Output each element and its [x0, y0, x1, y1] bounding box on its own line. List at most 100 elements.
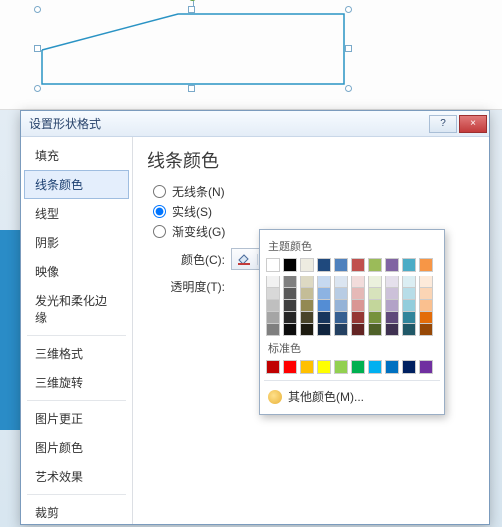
- color-swatch[interactable]: [368, 360, 382, 374]
- close-button[interactable]: ×: [459, 115, 487, 133]
- help-button[interactable]: ?: [429, 115, 457, 133]
- color-swatch[interactable]: [334, 276, 348, 288]
- color-swatch[interactable]: [317, 300, 331, 312]
- color-swatch[interactable]: [266, 300, 280, 312]
- color-swatch[interactable]: [334, 360, 348, 374]
- color-swatch[interactable]: [283, 288, 297, 300]
- option-no-line[interactable]: 无线条(N): [153, 183, 475, 200]
- resize-handle[interactable]: [345, 85, 352, 92]
- resize-handle[interactable]: [34, 85, 41, 92]
- color-swatch[interactable]: [419, 324, 433, 336]
- sidebar-item-reflection[interactable]: 映像: [24, 257, 129, 286]
- more-colors-item[interactable]: 其他颜色(M)...: [266, 385, 438, 408]
- sidebar-item-shadow[interactable]: 阴影: [24, 228, 129, 257]
- color-swatch[interactable]: [283, 324, 297, 336]
- color-swatch[interactable]: [317, 312, 331, 324]
- resize-handle[interactable]: [345, 45, 352, 52]
- color-swatch[interactable]: [351, 312, 365, 324]
- sidebar-item-3d-format[interactable]: 三维格式: [24, 339, 129, 368]
- color-swatch[interactable]: [385, 324, 399, 336]
- color-swatch[interactable]: [317, 360, 331, 374]
- color-swatch[interactable]: [419, 300, 433, 312]
- color-swatch[interactable]: [402, 312, 416, 324]
- color-swatch[interactable]: [351, 288, 365, 300]
- color-swatch[interactable]: [419, 276, 433, 288]
- color-swatch[interactable]: [300, 300, 314, 312]
- color-swatch[interactable]: [385, 258, 399, 272]
- color-swatch[interactable]: [266, 324, 280, 336]
- sidebar-item-picture-corrections[interactable]: 图片更正: [24, 404, 129, 433]
- color-swatch[interactable]: [266, 276, 280, 288]
- selected-shape[interactable]: [38, 10, 348, 88]
- color-swatch[interactable]: [368, 300, 382, 312]
- sidebar-item-fill[interactable]: 填充: [24, 141, 129, 170]
- color-swatch[interactable]: [368, 276, 382, 288]
- color-swatch[interactable]: [402, 300, 416, 312]
- radio-gradient-line[interactable]: [153, 225, 166, 238]
- color-swatch[interactable]: [351, 258, 365, 272]
- color-swatch[interactable]: [385, 360, 399, 374]
- color-swatch[interactable]: [368, 324, 382, 336]
- resize-handle[interactable]: [188, 85, 195, 92]
- color-swatch[interactable]: [266, 258, 280, 272]
- color-swatch[interactable]: [368, 312, 382, 324]
- color-swatch[interactable]: [385, 288, 399, 300]
- color-swatch[interactable]: [300, 258, 314, 272]
- color-swatch[interactable]: [317, 324, 331, 336]
- color-swatch[interactable]: [300, 324, 314, 336]
- color-swatch[interactable]: [266, 288, 280, 300]
- color-swatch[interactable]: [317, 288, 331, 300]
- color-swatch[interactable]: [419, 288, 433, 300]
- color-swatch[interactable]: [300, 312, 314, 324]
- color-swatch[interactable]: [266, 312, 280, 324]
- color-swatch[interactable]: [283, 300, 297, 312]
- color-swatch[interactable]: [419, 258, 433, 272]
- color-swatch[interactable]: [368, 288, 382, 300]
- color-swatch[interactable]: [300, 360, 314, 374]
- color-swatch[interactable]: [334, 258, 348, 272]
- sidebar-item-line-color[interactable]: 线条颜色: [24, 170, 129, 199]
- color-swatch[interactable]: [266, 360, 280, 374]
- resize-handle[interactable]: [34, 45, 41, 52]
- color-swatch[interactable]: [317, 258, 331, 272]
- color-swatch[interactable]: [351, 360, 365, 374]
- color-swatch[interactable]: [283, 276, 297, 288]
- color-swatch[interactable]: [351, 324, 365, 336]
- resize-handle[interactable]: [34, 6, 41, 13]
- color-swatch[interactable]: [300, 288, 314, 300]
- color-swatch[interactable]: [351, 300, 365, 312]
- color-swatch[interactable]: [402, 360, 416, 374]
- color-swatch[interactable]: [334, 312, 348, 324]
- radio-no-line[interactable]: [153, 185, 166, 198]
- color-swatch[interactable]: [334, 300, 348, 312]
- color-swatch[interactable]: [334, 324, 348, 336]
- color-swatch[interactable]: [385, 276, 399, 288]
- color-swatch[interactable]: [402, 324, 416, 336]
- color-swatch[interactable]: [419, 360, 433, 374]
- color-swatch[interactable]: [283, 360, 297, 374]
- sidebar-item-crop[interactable]: 裁剪: [24, 498, 129, 524]
- sidebar-item-glow[interactable]: 发光和柔化边缘: [24, 286, 129, 332]
- color-swatch[interactable]: [385, 300, 399, 312]
- sidebar-item-3d-rotation[interactable]: 三维旋转: [24, 368, 129, 397]
- color-swatch[interactable]: [419, 312, 433, 324]
- color-swatch[interactable]: [368, 258, 382, 272]
- color-swatch[interactable]: [283, 312, 297, 324]
- resize-handle[interactable]: [188, 6, 195, 13]
- color-swatch[interactable]: [300, 276, 314, 288]
- resize-handle[interactable]: [345, 6, 352, 13]
- color-swatch[interactable]: [351, 276, 365, 288]
- color-swatch[interactable]: [385, 312, 399, 324]
- color-swatch[interactable]: [283, 258, 297, 272]
- sidebar-item-picture-color[interactable]: 图片颜色: [24, 433, 129, 462]
- dialog-titlebar[interactable]: 设置形状格式 ? ×: [21, 111, 489, 137]
- sidebar-item-artistic[interactable]: 艺术效果: [24, 462, 129, 491]
- color-swatch[interactable]: [402, 276, 416, 288]
- color-swatch[interactable]: [317, 276, 331, 288]
- radio-solid-line[interactable]: [153, 205, 166, 218]
- color-swatch[interactable]: [402, 258, 416, 272]
- sidebar-item-line-style[interactable]: 线型: [24, 199, 129, 228]
- color-swatch[interactable]: [402, 288, 416, 300]
- option-solid-line[interactable]: 实线(S): [153, 203, 475, 220]
- color-swatch[interactable]: [334, 288, 348, 300]
